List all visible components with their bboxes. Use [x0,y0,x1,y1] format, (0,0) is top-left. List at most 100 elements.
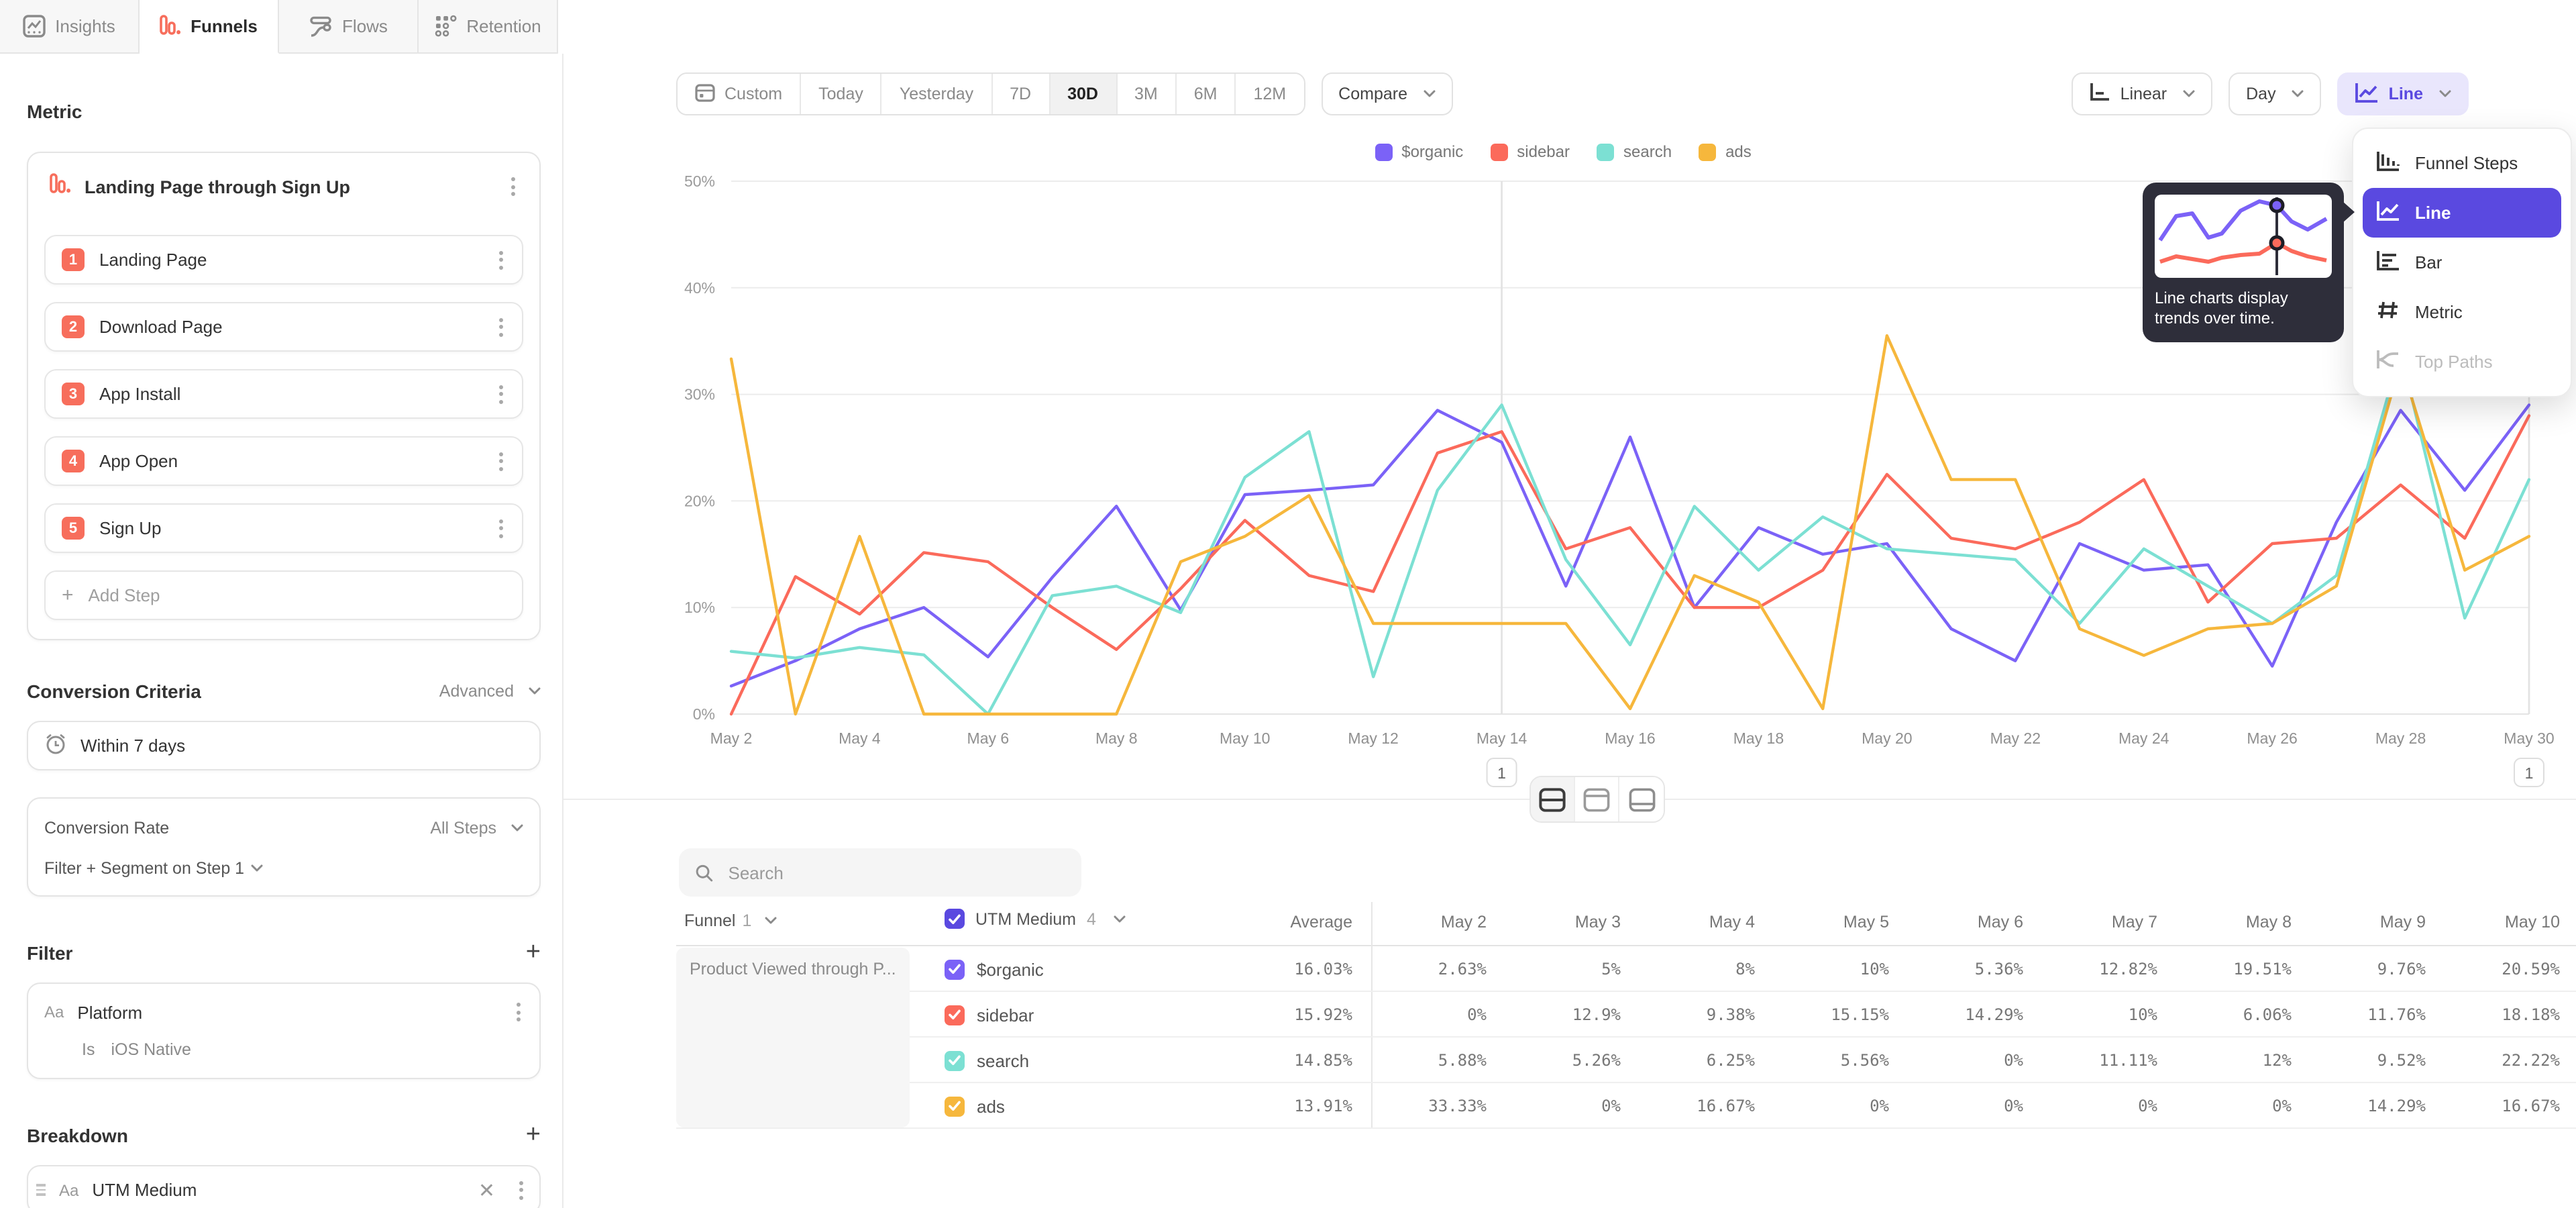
column-header-may-4[interactable]: May 4 [1640,913,1755,932]
chevron-down-icon [251,864,263,872]
funnel-step-4[interactable]: 4App Open [44,436,523,486]
column-header-may-9[interactable]: May 9 [2310,913,2426,932]
column-header-may-7[interactable]: May 7 [2042,913,2157,932]
step-kebab-icon[interactable] [494,446,508,476]
add-breakdown-button[interactable]: + [526,1126,541,1145]
funnel-step-2[interactable]: 2Download Page [44,302,523,352]
column-header-may-2[interactable]: May 2 [1371,913,1487,932]
conversion-window-card[interactable]: Within 7 days [27,721,541,770]
scale-dropdown-button[interactable]: Linear [2072,72,2213,115]
value-cell: 5.56% [1774,1038,1889,1083]
series-sidebar-line [731,415,2529,714]
funnel-step-1[interactable]: 1Landing Page [44,235,523,285]
funnel-step-3[interactable]: 3App Install [44,369,523,419]
legend-item-sidebar[interactable]: sidebar [1490,142,1570,161]
breakdown-column-dropdown[interactable]: UTM Medium 4 [945,909,1126,929]
range-label: 6M [1194,85,1218,103]
range-today[interactable]: Today [801,74,882,114]
series-name: search [977,1050,1029,1070]
filter-value[interactable]: iOS Native [111,1040,191,1059]
breakdown-kebab-icon[interactable] [514,1175,529,1205]
metric-heading-label: Metric [27,101,82,122]
series-checkbox[interactable] [945,959,965,979]
conversion-criteria-heading-row: Conversion Criteria Advanced [27,681,541,702]
menu-item-metric[interactable]: Metric [2363,287,2561,337]
step-kebab-icon[interactable] [494,513,508,543]
tab-funnels[interactable]: Funnels [140,0,279,54]
filter-kebab-icon[interactable] [511,997,526,1027]
funnel-column-dropdown[interactable]: Funnel 1 [684,911,777,930]
annotation-marker[interactable]: 1 [2514,758,2544,787]
column-header-may-5[interactable]: May 5 [1774,913,1889,932]
chevron-down-icon [529,687,541,695]
range-6m[interactable]: 6M [1177,74,1236,114]
column-header-may-6[interactable]: May 6 [1908,913,2023,932]
table-only-toggle[interactable] [1619,777,1664,821]
advanced-dropdown[interactable]: Advanced [439,682,541,701]
menu-item-funnel-steps[interactable]: Funnel Steps [2363,138,2561,188]
breakdown-property-label[interactable]: UTM Medium [92,1180,459,1200]
filter-property-label[interactable]: Platform [77,1002,498,1022]
remove-breakdown-icon[interactable]: ✕ [473,1178,500,1202]
conversion-rate-label: Conversion Rate [44,818,169,837]
chart-only-toggle[interactable] [1575,777,1619,821]
check-icon [949,1009,961,1020]
funnel-metric-header[interactable]: Landing Page through Sign Up [44,153,523,217]
legend-item-ads[interactable]: ads [1699,142,1752,161]
chevron-down-icon [2292,90,2304,98]
column-header-may-8[interactable]: May 8 [2176,913,2292,932]
menu-item-line[interactable]: Line [2363,188,2561,238]
split-view-toggle[interactable] [1531,777,1575,821]
search-input[interactable] [726,861,1066,884]
series-name: $organic [977,959,1044,979]
funnels-page: InsightsFunnelsFlowsRetention Metric Lan… [0,0,2576,1208]
range-12m[interactable]: 12M [1236,74,1304,114]
funnel-group-cell[interactable]: Product Viewed through P... [676,948,910,1127]
legend-item-organic[interactable]: $organic [1375,142,1463,161]
filter-operator[interactable]: Is [82,1040,95,1059]
series-checkbox[interactable] [945,1050,965,1070]
add-step-button[interactable]: + Add Step [44,570,523,620]
tab-flows[interactable]: Flows [279,0,419,54]
range-custom[interactable]: Custom [678,74,801,114]
range-30d[interactable]: 30D [1050,74,1117,114]
all-steps-dropdown[interactable]: All Steps [430,818,523,837]
x-tick-label: May 16 [1605,729,1655,747]
step-kebab-icon[interactable] [494,379,508,409]
annotation-marker[interactable]: 1 [1487,758,1517,787]
range-yesterday[interactable]: Yesterday [882,74,992,114]
column-header-may-3[interactable]: May 3 [1505,913,1621,932]
legend-item-search[interactable]: search [1597,142,1672,161]
value-cell: 10% [1774,946,1889,992]
chevron-down-icon [2439,90,2451,98]
funnel-step-5[interactable]: 5Sign Up [44,503,523,553]
column-header-average[interactable]: Average [1183,913,1352,932]
drag-handle-icon[interactable] [36,1185,46,1196]
step-kebab-icon[interactable] [494,312,508,342]
interval-dropdown-button[interactable]: Day [2229,72,2321,115]
series-checkbox[interactable] [945,1096,965,1116]
series-checkbox[interactable] [945,1005,965,1025]
table-row-search[interactable]: search14.85%5.88%5.26%6.25%5.56%0%11.11%… [676,1038,2576,1083]
menu-item-bar[interactable]: Bar [2363,238,2561,287]
filter-segment-dropdown[interactable]: Filter + Segment on Step 1 [44,848,523,887]
column-header-may-10[interactable]: May 10 [2445,913,2560,932]
tab-retention[interactable]: Retention [419,0,558,54]
step-kebab-icon[interactable] [494,245,508,274]
funnel-metric-kebab-icon[interactable] [506,172,521,201]
add-filter-button[interactable]: + [526,944,541,962]
breakdown-select-all-checkbox[interactable] [945,909,965,929]
value-cell: 0% [1505,1083,1621,1129]
scale-label: Linear [2121,85,2167,103]
range-3m[interactable]: 3M [1117,74,1177,114]
value-cell: 16.67% [2445,1083,2560,1129]
table-row-organic[interactable]: $organic16.03%2.63%5%8%10%5.36%12.82%19.… [676,946,2576,992]
range-label: 12M [1254,85,1287,103]
compare-button[interactable]: Compare [1321,72,1453,115]
table-row-sidebar[interactable]: sidebar15.92%0%12.9%9.38%15.15%14.29%10%… [676,992,2576,1038]
tab-insights[interactable]: Insights [0,0,140,54]
conversion-rate-card: Conversion Rate All Steps Filter + Segme… [27,797,541,897]
chart-type-dropdown-button[interactable]: Line [2338,72,2469,115]
range-7d[interactable]: 7D [992,74,1050,114]
table-row-ads[interactable]: ads13.91%33.33%0%16.67%0%0%0%0%14.29%16.… [676,1083,2576,1129]
